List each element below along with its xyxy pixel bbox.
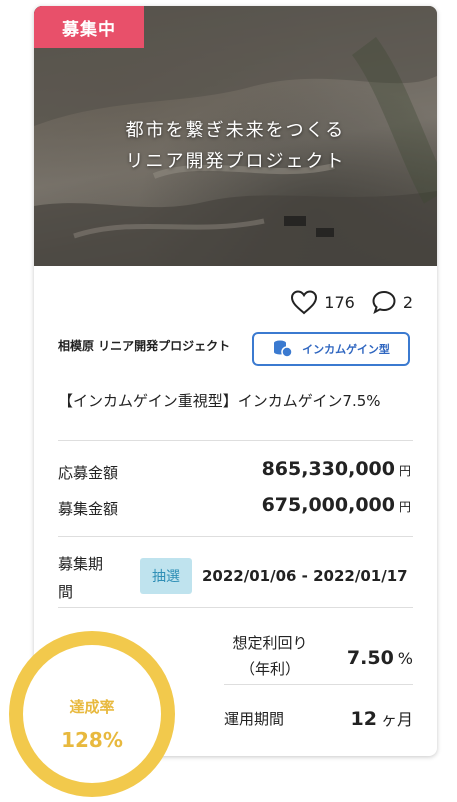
comment-bubble-icon xyxy=(372,290,396,315)
achievement-value: 128% xyxy=(61,728,123,752)
hero-title-line1: 都市を繋ぎ未来をつくる xyxy=(125,120,346,141)
target-amount: 675,000,000 円 xyxy=(262,494,411,516)
project-name: 相模原 リニア開発プロジェクト xyxy=(58,339,231,353)
like-button[interactable]: 176 xyxy=(290,289,355,315)
term-value: 12 ヶ月 xyxy=(351,706,413,730)
type-button-label: インカムゲイン型 xyxy=(302,343,390,356)
like-count: 176 xyxy=(324,292,355,312)
application-amount-value: 865,330,000 xyxy=(261,458,395,480)
application-amount: 865,330,000 円 xyxy=(262,458,411,480)
application-amount-label: 応募金額 xyxy=(58,464,119,482)
offering-title: 【インカムゲイン重視型】インカムゲイン7.5% xyxy=(58,392,381,410)
coins-icon xyxy=(274,340,293,358)
term-unit: ヶ月 xyxy=(380,710,413,729)
yield-value: 7.50% xyxy=(347,647,413,669)
target-amount-label: 募集金額 xyxy=(58,500,119,518)
divider xyxy=(58,440,413,441)
yield-label: 想定利回り （年利） xyxy=(222,630,318,682)
lottery-badge: 抽選 xyxy=(140,558,192,594)
term-label: 運用期間 xyxy=(224,710,285,728)
application-amount-unit: 円 xyxy=(398,464,411,478)
divider xyxy=(58,536,413,537)
hero-title-line2: リニア開発プロジェクト xyxy=(125,151,346,172)
hero-image: 都市を繋ぎ未来をつくる リニア開発プロジェクト 募集中 xyxy=(34,6,437,266)
divider xyxy=(224,684,413,685)
yield-label-line1: 想定利回り xyxy=(232,634,308,652)
comment-count: 2 xyxy=(402,292,413,312)
target-amount-value: 675,000,000 xyxy=(261,494,395,516)
income-gain-type-button[interactable]: インカムゲイン型 xyxy=(252,332,410,366)
target-amount-unit: 円 xyxy=(398,500,411,514)
yield-unit: % xyxy=(397,649,413,668)
yield-number: 7.50 xyxy=(346,647,394,669)
status-badge: 募集中 xyxy=(34,6,144,48)
period-value: 2022/01/06 - 2022/01/17 xyxy=(202,567,408,585)
achievement-label: 達成率 xyxy=(69,698,115,716)
term-number: 12 xyxy=(350,708,377,730)
heart-icon xyxy=(291,290,318,315)
reactions-bar: 176 2 xyxy=(290,289,413,315)
divider xyxy=(58,607,413,608)
period-label: 募集期間 xyxy=(58,555,104,601)
comment-button[interactable]: 2 xyxy=(371,289,413,315)
yield-label-line2: （年利） xyxy=(239,660,300,678)
